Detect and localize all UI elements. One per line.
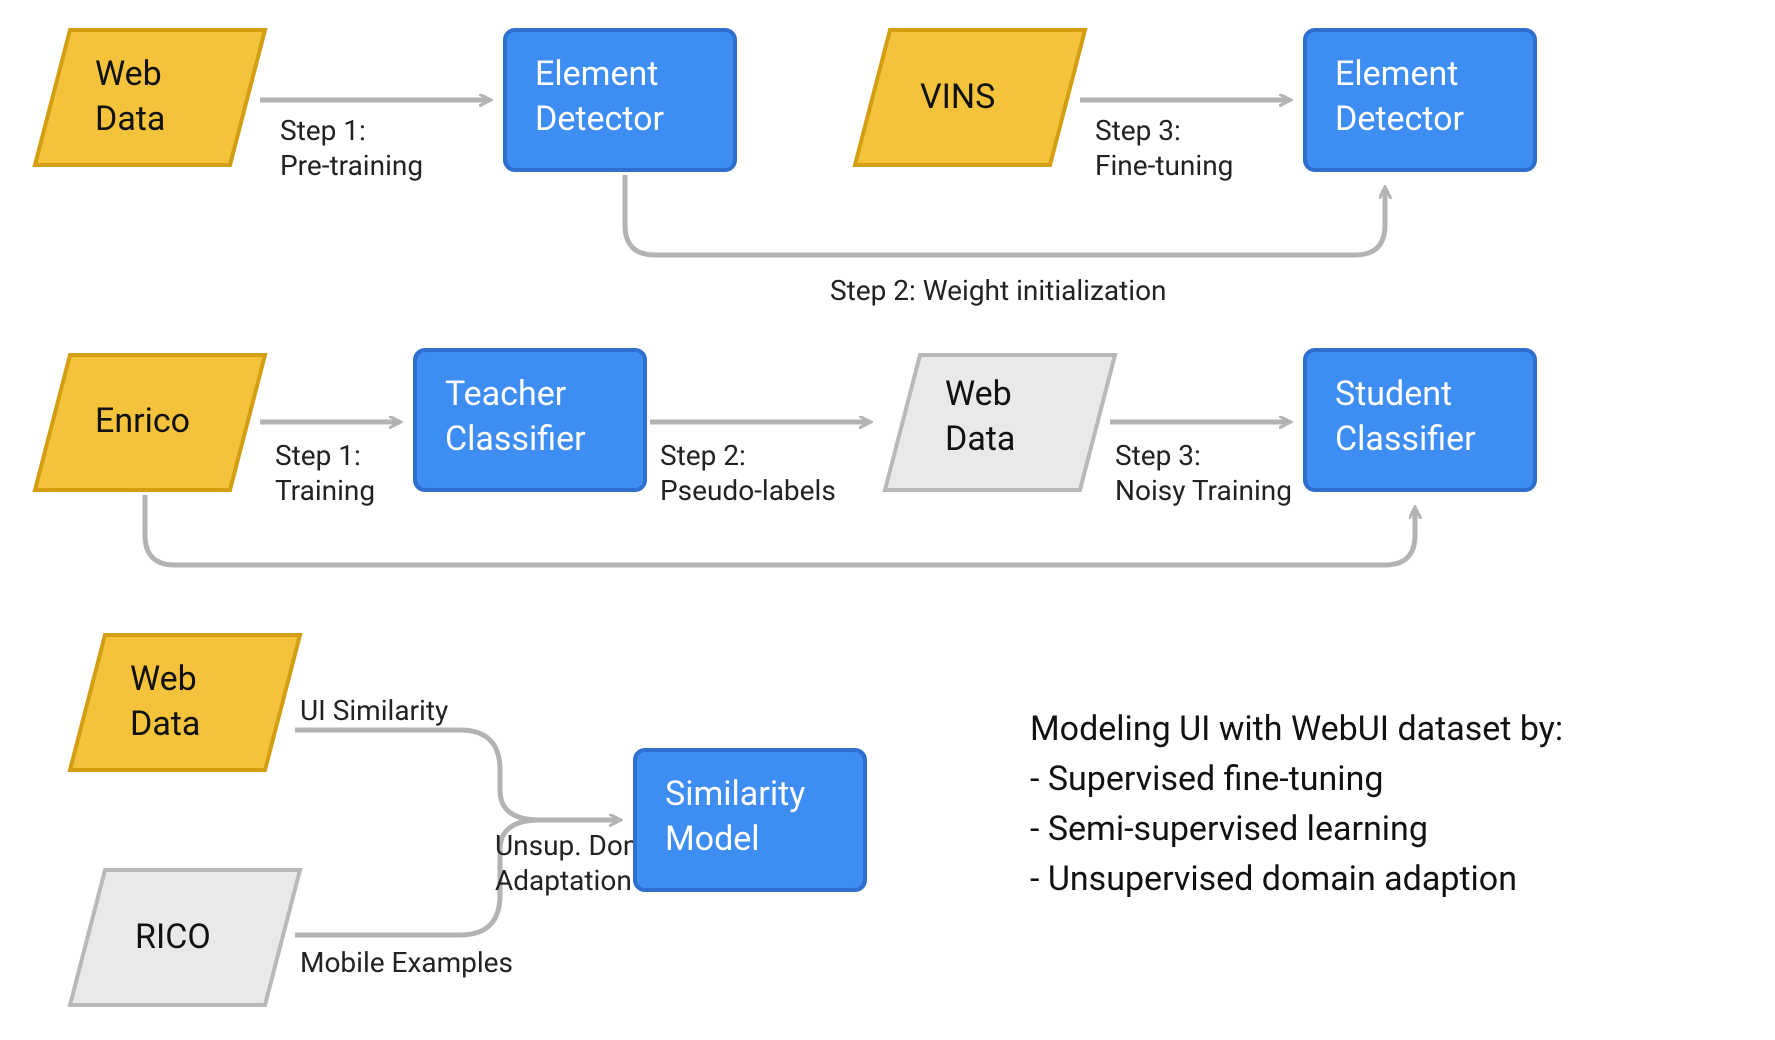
node-web-data-3-l2: Data xyxy=(130,704,200,744)
node-student-l2: Classifier xyxy=(1335,419,1476,459)
node-web-data-3-l1: Web xyxy=(130,659,197,699)
edge-row3-top xyxy=(295,730,620,820)
edge-row3-mid-l2: Adaptation xyxy=(495,864,632,897)
legend-item-1: - Supervised fine-tuning xyxy=(1030,759,1383,799)
edge-row2-step2-l2: Pseudo-labels xyxy=(660,474,836,507)
legend-item-2: - Semi-supervised learning xyxy=(1030,809,1428,849)
node-element-detector-2-l1: Element xyxy=(1335,54,1458,94)
node-web-data-grey: Web Data xyxy=(885,355,1115,490)
edge-row1-step1-l1: Step 1: xyxy=(280,114,366,147)
node-element-detector-1: Element Detector xyxy=(505,30,735,170)
edge-row2-step3-l2: Noisy Training xyxy=(1115,474,1292,507)
node-element-detector-1-l2: Detector xyxy=(535,99,664,139)
node-element-detector-2-l2: Detector xyxy=(1335,99,1464,139)
modeling-ui-diagram: Web Data Step 1: Pre-training Element De… xyxy=(0,0,1775,1040)
edge-row3-bot-label: Mobile Examples xyxy=(300,946,513,979)
node-student-classifier: Student Classifier xyxy=(1305,350,1535,490)
edge-row3-top-label: UI Similarity xyxy=(300,694,448,727)
edge-row2-step2-l1: Step 2: xyxy=(660,439,746,472)
edge-row1-step2 xyxy=(625,175,1385,255)
node-vins-label: VINS xyxy=(920,77,995,117)
node-element-detector-1-l1: Element xyxy=(535,54,658,94)
node-teacher-l2: Classifier xyxy=(445,419,586,459)
edge-row2-step1-l1: Step 1: xyxy=(275,439,361,472)
node-web-data-grey-l2: Data xyxy=(945,419,1015,459)
node-rico: RICO xyxy=(70,870,300,1005)
node-rico-label: RICO xyxy=(135,917,211,957)
node-web-data-1: Web Data xyxy=(35,30,265,165)
node-similarity-model: Similarity Model xyxy=(635,750,865,890)
node-similarity-l1: Similarity xyxy=(665,774,805,814)
edge-row1-step2-label: Step 2: Weight initialization xyxy=(830,274,1167,307)
edge-row1-step3-l2: Fine-tuning xyxy=(1095,149,1233,182)
node-enrico-label: Enrico xyxy=(95,401,190,441)
node-vins: VINS xyxy=(855,30,1085,165)
legend-title: Modeling UI with WebUI dataset by: xyxy=(1030,709,1563,749)
node-web-data-3: Web Data xyxy=(70,635,300,770)
node-teacher-classifier: Teacher Classifier xyxy=(415,350,645,490)
node-enrico: Enrico xyxy=(35,355,265,490)
node-student-l1: Student xyxy=(1335,374,1452,414)
node-web-data-1-l2: Data xyxy=(95,99,165,139)
edge-row1-step1-l2: Pre-training xyxy=(280,149,423,182)
edge-row2-step1-l2: Training xyxy=(275,474,375,507)
edge-row1-step3-l1: Step 3: xyxy=(1095,114,1181,147)
node-element-detector-2: Element Detector xyxy=(1305,30,1535,170)
edge-row2-step3-l1: Step 3: xyxy=(1115,439,1201,472)
node-web-data-grey-l1: Web xyxy=(945,374,1012,414)
node-similarity-l2: Model xyxy=(665,819,760,859)
node-web-data-1-l1: Web xyxy=(95,54,162,94)
legend: Modeling UI with WebUI dataset by: - Sup… xyxy=(1030,709,1563,899)
legend-item-3: - Unsupervised domain adaption xyxy=(1030,859,1517,899)
node-teacher-l1: Teacher xyxy=(445,374,567,414)
